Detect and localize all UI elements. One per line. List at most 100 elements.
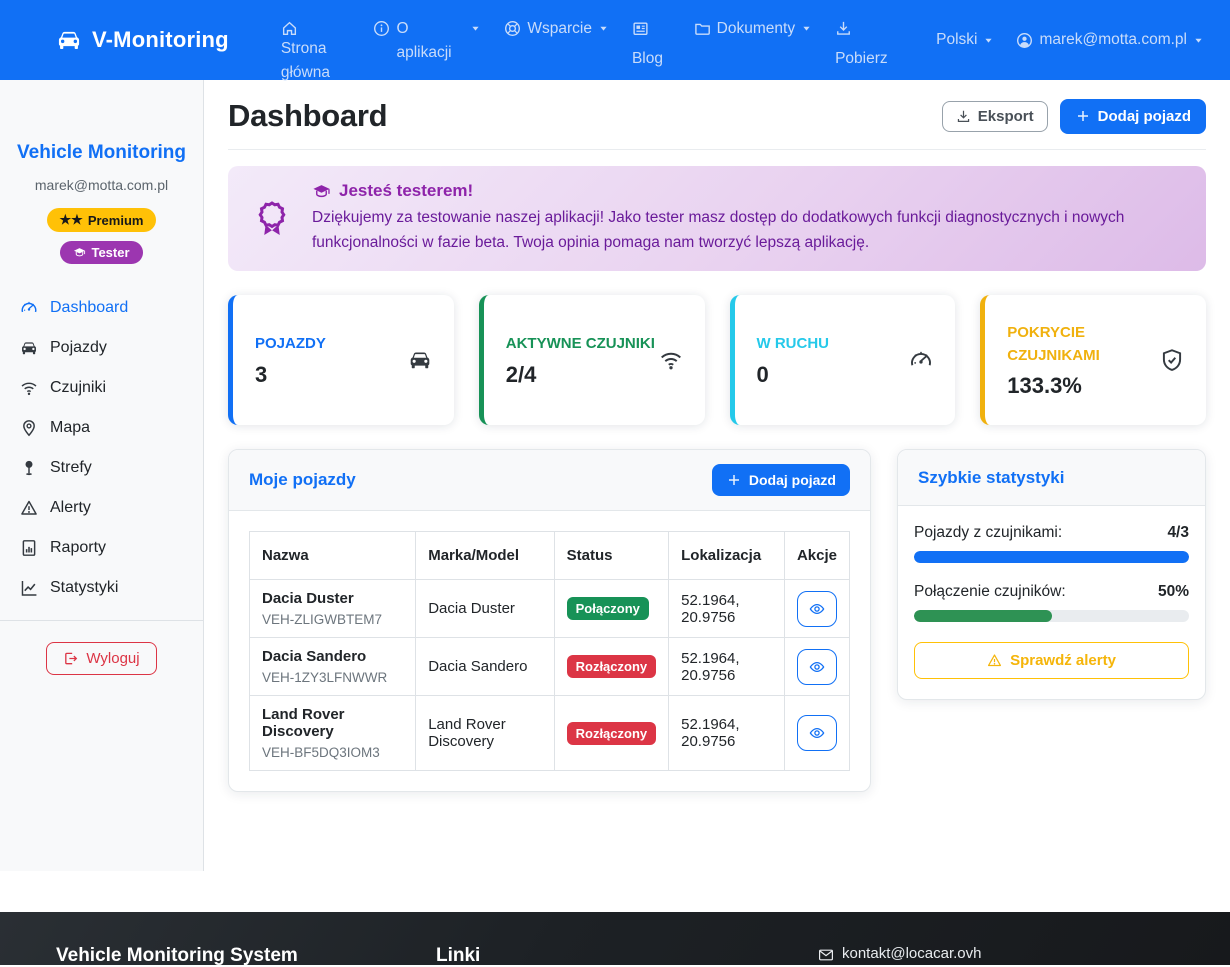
column-header: Status (554, 532, 669, 580)
table-row: Dacia Duster VEH-ZLIGWBTEM7 Dacia Duster… (250, 580, 850, 638)
eye-icon (809, 725, 825, 741)
footer-contact[interactable]: kontakt@locacar.ovh (818, 945, 981, 965)
check-alerts-button[interactable]: Sprawdź alerty (914, 642, 1189, 679)
stat-label: POKRYCIE CZUJNIKAMI (1007, 321, 1157, 368)
top-navbar: V-Monitoring Strona główna O aplikacji W… (0, 0, 1230, 80)
stat-label: AKTYWNE CZUJNIKI (506, 332, 655, 355)
graduation-cap-icon (73, 246, 86, 259)
nav-item-download[interactable]: Pobierz (835, 17, 893, 80)
car-icon (20, 339, 38, 357)
blog-icon (632, 20, 649, 37)
stat-value: 2/4 (506, 362, 655, 388)
download-icon (835, 20, 852, 37)
sidebar-user-email: marek@motta.com.pl (0, 177, 203, 193)
envelope-icon (818, 947, 834, 963)
award-icon (252, 199, 292, 239)
view-vehicle-button[interactable] (797, 591, 837, 627)
view-vehicle-button[interactable] (797, 649, 837, 685)
speedometer-icon (909, 348, 933, 372)
plus-icon (726, 472, 742, 488)
shield-check-icon (1160, 348, 1184, 372)
footer-title: Vehicle Monitoring System (56, 945, 436, 965)
sidebar-item-vehicles[interactable]: Pojazdy (0, 328, 203, 368)
plus-icon (1075, 108, 1091, 124)
sidebar-item-statistics[interactable]: Statystyki (0, 568, 203, 608)
view-vehicle-button[interactable] (797, 715, 837, 751)
quick-stats-card: Szybkie statystyki Pojazdy z czujnikami:… (897, 449, 1206, 700)
home-icon (281, 20, 298, 37)
navbar-right: Polski marek@motta.com.pl (909, 0, 1204, 80)
logout-button[interactable]: Wyloguj (46, 642, 156, 675)
progress-bar-vehicles (914, 551, 1189, 563)
geo-pin-icon (20, 419, 38, 437)
sidebar-item-map[interactable]: Mapa (0, 408, 203, 448)
vehicle-model: Land Rover Discovery (416, 696, 554, 771)
brand[interactable]: V-Monitoring (56, 0, 229, 80)
vehicle-location: 52.1964, 20.9756 (669, 580, 785, 638)
column-header: Marka/Model (416, 532, 554, 580)
nav-item-blog[interactable]: Blog (632, 17, 671, 80)
stars-icon: ★★ (60, 212, 83, 228)
sidebar-item-zones[interactable]: Strefy (0, 448, 203, 488)
sidebar-title: Vehicle Monitoring (0, 142, 203, 164)
sidebar-item-sensors[interactable]: Czujniki (0, 368, 203, 408)
nav-item-support[interactable]: Wsparcie (504, 17, 609, 80)
car-icon (408, 348, 432, 372)
quick-stat-label: Pojazdy z czujnikami: (914, 524, 1062, 542)
vehicle-location: 52.1964, 20.9756 (669, 696, 785, 771)
main-nav: Strona główna O aplikacji Wsparcie Blog … (281, 0, 893, 80)
stat-value: 0 (757, 362, 830, 388)
vehicle-id: VEH-ZLIGWBTEM7 (262, 612, 403, 627)
sidebar-item-dashboard[interactable]: Dashboard (0, 288, 203, 328)
graduation-cap-icon (312, 182, 331, 201)
info-icon (373, 20, 390, 37)
vehicles-table: Nazwa Marka/Model Status Lokalizacja Akc… (249, 531, 850, 771)
nav-item-documents[interactable]: Dokumenty (694, 17, 812, 80)
support-icon (504, 20, 521, 37)
add-vehicle-button[interactable]: Dodaj pojazd (712, 464, 850, 496)
progress-track (914, 551, 1189, 563)
sidebar-item-reports[interactable]: Raporty (0, 528, 203, 568)
quick-stats-title: Szybkie statystyki (918, 468, 1064, 488)
quick-stat-value: 4/3 (1167, 524, 1189, 542)
vehicle-name: Dacia Duster (262, 590, 403, 607)
vehicle-location: 52.1964, 20.9756 (669, 638, 785, 696)
column-header: Akcje (784, 532, 849, 580)
sidebar-item-alerts[interactable]: Alerty (0, 488, 203, 528)
warning-icon (987, 653, 1002, 668)
tester-badge: Tester (60, 241, 142, 264)
user-icon (1016, 32, 1033, 49)
nav-item-about[interactable]: O aplikacji (373, 17, 481, 80)
vehicle-model: Dacia Duster (416, 580, 554, 638)
caret-down-icon (1193, 35, 1204, 46)
stat-card-sensor-coverage: POKRYCIE CZUJNIKAMI 133.3% (980, 295, 1206, 425)
report-icon (20, 539, 38, 557)
stat-label: POJAZDY (255, 332, 326, 355)
eye-icon (809, 659, 825, 675)
warning-icon (20, 499, 38, 517)
export-button[interactable]: Eksport (942, 101, 1048, 132)
stat-card-vehicles: POJAZDY 3 (228, 295, 454, 425)
language-menu[interactable]: Polski (909, 28, 994, 52)
poland-flag-icon (909, 33, 930, 47)
eye-icon (809, 601, 825, 617)
progress-bar-sensors (914, 610, 1052, 622)
user-menu[interactable]: marek@motta.com.pl (1016, 28, 1204, 52)
status-badge: Rozłączony (567, 655, 657, 678)
vehicle-id: VEH-1ZY3LFNWWR (262, 670, 403, 685)
quick-stat-value: 50% (1158, 583, 1189, 601)
my-vehicles-card: Moje pojazdy Dodaj pojazd Nazwa Marka/Mo… (228, 449, 871, 792)
status-badge: Rozłączony (567, 722, 657, 745)
page-title: Dashboard (228, 98, 387, 134)
caret-down-icon (801, 23, 812, 34)
tester-banner: Jesteś testerem! Dziękujemy za testowani… (228, 166, 1206, 271)
sidebar-menu: Dashboard Pojazdy Czujniki Mapa Strefy A… (0, 288, 203, 608)
footer: Vehicle Monitoring System Linki kontakt@… (0, 912, 1230, 965)
nav-item-home[interactable]: Strona główna (281, 17, 351, 80)
caret-down-icon (470, 23, 481, 34)
footer-links-title: Linki (436, 945, 818, 965)
table-row: Dacia Sandero VEH-1ZY3LFNWWR Dacia Sande… (250, 638, 850, 696)
add-vehicle-button[interactable]: Dodaj pojazd (1060, 99, 1206, 134)
banner-text: Dziękujemy za testowanie naszej aplikacj… (312, 206, 1182, 256)
column-header: Lokalizacja (669, 532, 785, 580)
